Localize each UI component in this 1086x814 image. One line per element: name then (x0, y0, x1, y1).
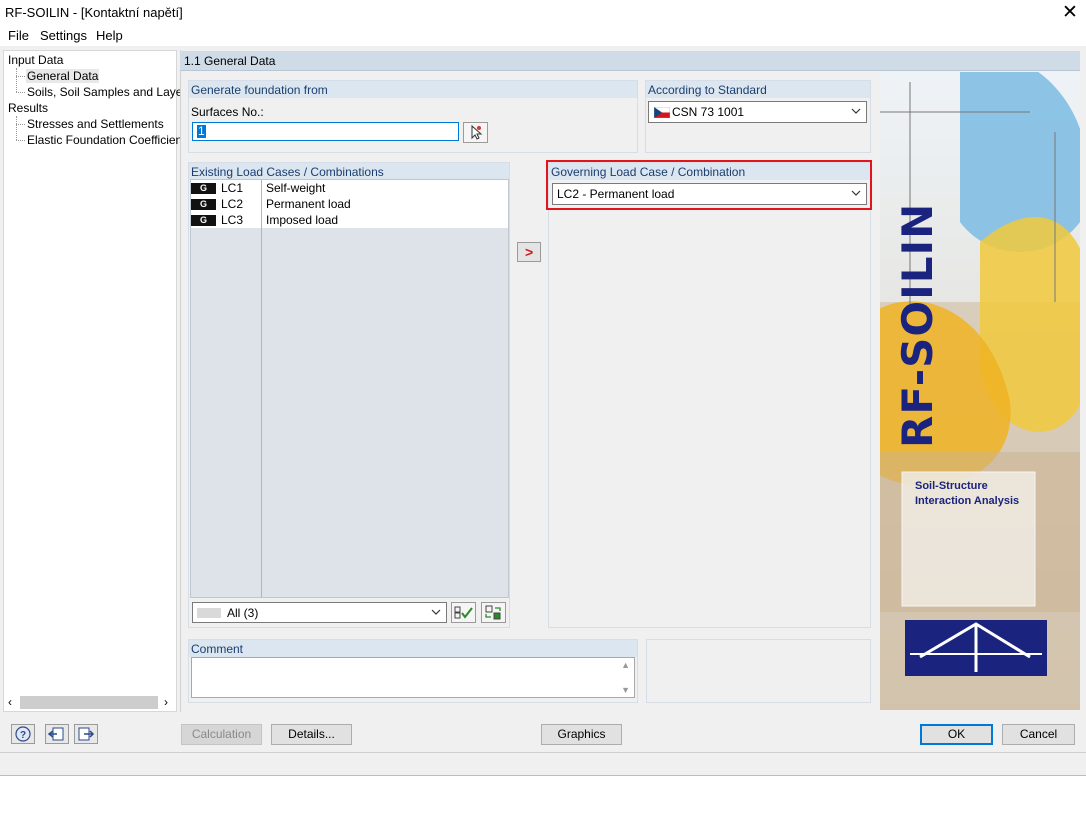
pick-cursor-icon (471, 124, 483, 140)
governing-select[interactable]: LC2 - Permanent load (552, 183, 867, 205)
tree-connector (16, 140, 25, 141)
tagline-line-1: Soil-Structure (915, 480, 988, 492)
calculation-button[interactable]: Calculation (181, 724, 262, 745)
invert-selection-icon (485, 605, 501, 620)
existing-lc-header: Existing Load Cases / Combinations (189, 163, 509, 180)
invert-selection-button[interactable] (481, 602, 506, 623)
navigator-tree (3, 50, 177, 712)
surfaces-input[interactable]: 1 (192, 122, 459, 141)
section-header (180, 51, 1080, 71)
svg-text:?: ? (20, 730, 26, 741)
section-title: 1.1 General Data (184, 54, 276, 68)
comment-header: Comment (189, 640, 637, 657)
select-all-icon (454, 606, 473, 619)
surfaces-value: 1 (197, 124, 206, 138)
standard-select[interactable]: CSN 73 1001 (648, 101, 867, 123)
standard-group-header: According to Standard (646, 81, 870, 98)
menu-help[interactable]: Help (96, 28, 123, 43)
lc-description: Permanent load (266, 197, 351, 211)
filter-value: All (3) (227, 606, 259, 620)
tree-connector (16, 116, 17, 140)
product-name-vertical: RF-SOILIN (893, 202, 942, 448)
tree-connector (16, 124, 25, 125)
scroll-up-icon[interactable]: ▲ (621, 660, 630, 670)
ok-button[interactable]: OK (920, 724, 993, 745)
menu-settings[interactable]: Settings (40, 28, 87, 43)
lc-type-badge: G (191, 199, 216, 210)
governing-value: LC2 - Permanent load (557, 187, 675, 201)
window-title: RF-SOILIN - [Kontaktní napětí] (5, 5, 183, 20)
filter-color-swatch (197, 608, 221, 618)
lc-id: LC3 (221, 213, 244, 227)
table-row[interactable]: G LC3 Imposed load (191, 212, 508, 228)
czech-flag-icon (653, 106, 671, 119)
generate-group-header: Generate foundation from (189, 81, 637, 98)
status-divider (0, 752, 1086, 753)
transfer-right-button[interactable]: > (517, 242, 541, 262)
pick-surface-button[interactable] (463, 122, 488, 143)
scrollbar-thumb[interactable] (20, 696, 158, 709)
tree-item-elastic-foundation[interactable]: Elastic Foundation Coefficients (27, 133, 192, 147)
tree-connector (16, 68, 17, 92)
help-button[interactable]: ? (11, 724, 35, 744)
tree-item-input-data[interactable]: Input Data (8, 53, 63, 67)
scroll-right-icon[interactable]: › (164, 695, 168, 709)
lc-type-badge: G (191, 215, 216, 226)
surfaces-label: Surfaces No.: (191, 105, 264, 119)
tree-item-general-data[interactable]: General Data (26, 69, 100, 83)
lc-id: LC1 (221, 181, 244, 195)
lc-description: Self-weight (266, 181, 326, 195)
product-tagline: Soil-Structure Interaction Analysis (915, 479, 1019, 509)
arrow-right-icon: > (525, 244, 534, 260)
tree-connector (16, 76, 25, 77)
empty-group (646, 639, 871, 703)
export-button[interactable] (74, 724, 98, 744)
close-button[interactable]: ✕ (1058, 1, 1082, 25)
tree-connector (16, 92, 25, 93)
chevron-down-icon (851, 104, 861, 121)
lc-id: LC2 (221, 197, 244, 211)
lc-type-badge: G (191, 183, 216, 194)
lc-description: Imposed load (266, 213, 339, 227)
tagline-line-2: Interaction Analysis (915, 495, 1020, 507)
help-icon: ? (15, 726, 31, 742)
filter-select[interactable]: All (3) (192, 602, 447, 623)
cancel-button[interactable]: Cancel (1002, 724, 1075, 745)
scroll-down-icon[interactable]: ▼ (621, 685, 630, 695)
menu-bar: File Settings Help (0, 26, 1086, 46)
comment-input[interactable]: ▲ ▼ (191, 657, 635, 698)
standard-value: CSN 73 1001 (672, 105, 745, 119)
tree-item-results[interactable]: Results (8, 101, 48, 115)
menu-file[interactable]: File (8, 28, 29, 43)
list-column-separator (261, 180, 262, 597)
governing-group: Governing Load Case / Combination (548, 162, 871, 628)
import-button[interactable] (45, 724, 69, 744)
tree-item-soils[interactable]: Soils, Soil Samples and Layers (27, 85, 192, 99)
graphics-button[interactable]: Graphics (541, 724, 622, 745)
select-all-button[interactable] (451, 602, 476, 623)
export-icon (78, 727, 95, 741)
load-case-list[interactable] (190, 179, 509, 598)
chevron-down-icon (431, 605, 441, 622)
chevron-down-icon (851, 186, 861, 203)
details-button[interactable]: Details... (271, 724, 352, 745)
scroll-left-icon[interactable]: ‹ (8, 695, 12, 709)
tree-item-stresses[interactable]: Stresses and Settlements (27, 117, 164, 131)
table-row[interactable]: G LC2 Permanent load (191, 196, 508, 212)
table-row[interactable]: G LC1 Self-weight (191, 180, 508, 196)
import-icon (47, 727, 64, 741)
